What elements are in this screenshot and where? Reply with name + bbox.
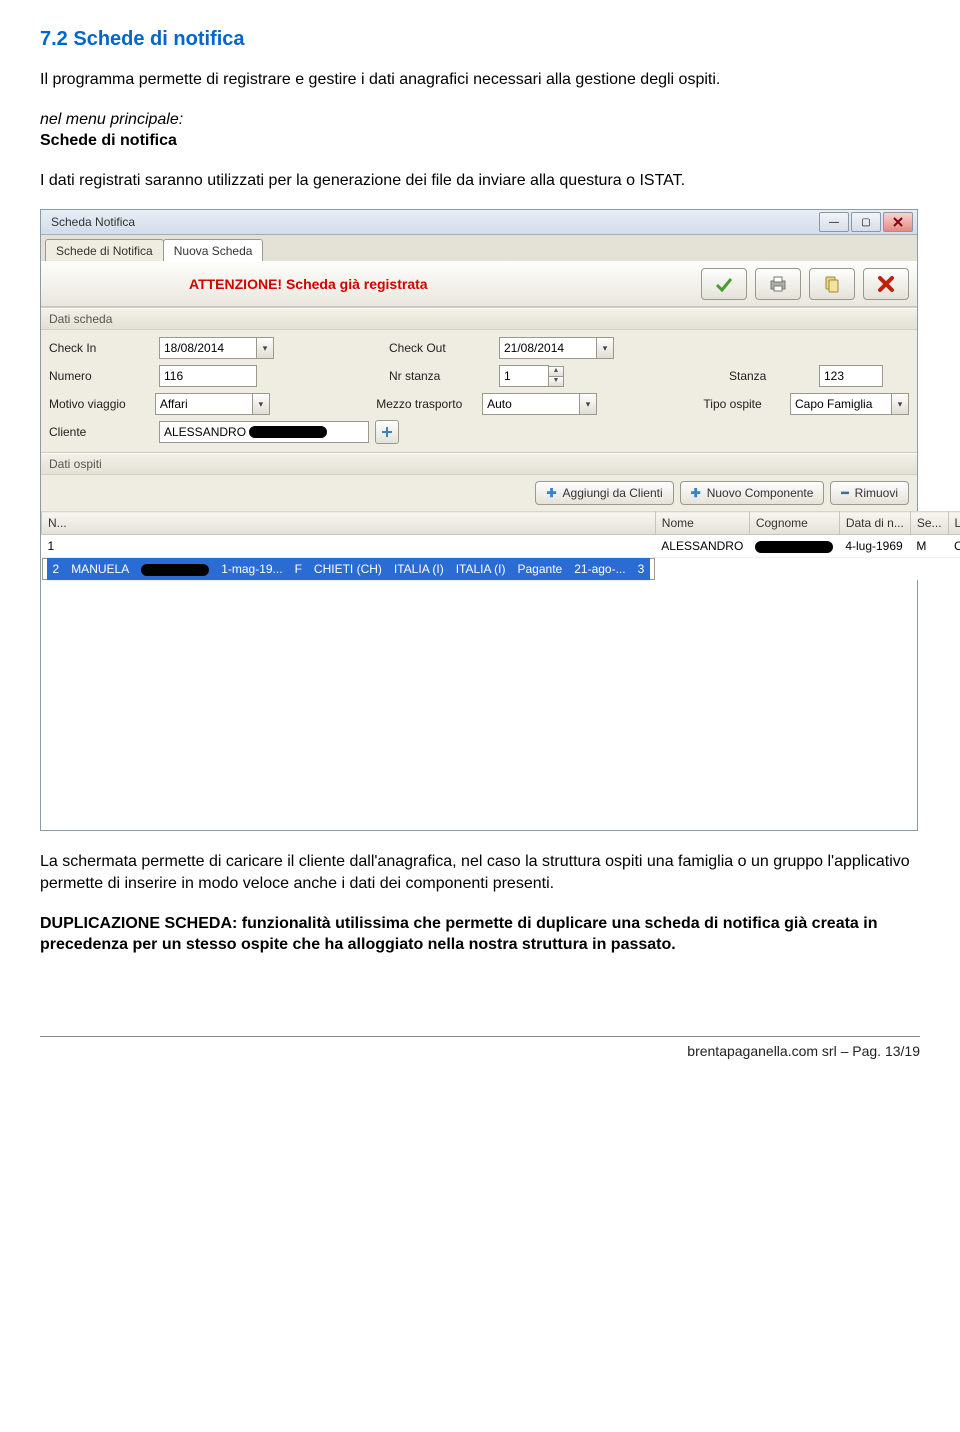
intro-text: Il programma permette di registrare e ge… <box>40 69 920 91</box>
tipo-label: Tipo ospite <box>703 397 790 411</box>
rimuovi-button[interactable]: ━Rimuovi <box>830 481 909 505</box>
tab-nuova-scheda[interactable]: Nuova Scheda <box>163 239 264 261</box>
table-row[interactable]: 1 ALESSANDRO 4-lug-1969 M CHIETI (CH) IT… <box>42 535 960 558</box>
alert-message: ATTENZIONE! Scheda già registrata <box>49 276 693 292</box>
minimize-button[interactable]: — <box>819 212 849 232</box>
plus-icon: ✚ <box>691 486 701 500</box>
close-button[interactable] <box>883 212 913 232</box>
col-luogo[interactable]: Luogo di... <box>948 512 960 535</box>
duplicate-button[interactable] <box>809 268 855 300</box>
mezzo-dropdown[interactable]: ▾ <box>580 393 597 415</box>
delete-button[interactable] <box>863 268 909 300</box>
confirm-button[interactable] <box>701 268 747 300</box>
dati-ospiti-header: Dati ospiti <box>41 453 917 475</box>
ospiti-table[interactable]: N... Nome Cognome Data di n... Se... Luo… <box>41 511 960 580</box>
cognome-redacted <box>141 564 209 576</box>
nuovo-componente-button[interactable]: ✚Nuovo Componente <box>680 481 825 505</box>
plus-icon <box>381 426 393 438</box>
checkin-dropdown[interactable]: ▾ <box>257 337 274 359</box>
footer-rule <box>40 1036 920 1037</box>
tab-schede-di-notifica[interactable]: Schede di Notifica <box>45 239 164 261</box>
cliente-redacted <box>249 426 327 438</box>
numero-input[interactable]: 116 <box>159 365 257 387</box>
section-title: 7.2 Schede di notifica <box>40 28 920 51</box>
col-cognome[interactable]: Cognome <box>749 512 839 535</box>
minus-icon: ━ <box>841 486 848 500</box>
maximize-button[interactable]: ▢ <box>851 212 881 232</box>
numero-label: Numero <box>49 369 159 383</box>
nrstanza-label: Nr stanza <box>389 369 499 383</box>
plus-icon: ✚ <box>546 486 556 500</box>
aggiungi-da-clienti-button[interactable]: ✚Aggiungi da Clienti <box>535 481 673 505</box>
tipo-select[interactable]: Capo Famiglia <box>790 393 892 415</box>
checkout-label: Check Out <box>389 341 499 355</box>
col-nome[interactable]: Nome <box>655 512 749 535</box>
cliente-input[interactable]: ALESSANDRO <box>159 421 369 443</box>
motivo-select[interactable]: Affari <box>155 393 253 415</box>
checkin-input[interactable]: 18/08/2014 <box>159 337 257 359</box>
nrstanza-input[interactable]: 1 <box>499 365 549 387</box>
printer-icon <box>768 274 788 294</box>
mezzo-label: Mezzo trasporto <box>376 397 482 411</box>
motivo-label: Motivo viaggio <box>49 397 155 411</box>
checkin-label: Check In <box>49 341 159 355</box>
stanza-input[interactable]: 123 <box>819 365 883 387</box>
window-title: Scheda Notifica <box>45 215 817 229</box>
stanza-label: Stanza <box>729 369 819 383</box>
nrstanza-spinner[interactable]: ▲▼ <box>549 366 564 387</box>
cognome-redacted <box>755 541 833 553</box>
mezzo-select[interactable]: Auto <box>482 393 580 415</box>
after-text-1: La schermata permette di caricare il cli… <box>40 851 920 894</box>
col-dob[interactable]: Data di n... <box>839 512 910 535</box>
close-icon <box>893 217 903 227</box>
motivo-dropdown[interactable]: ▾ <box>253 393 270 415</box>
col-n[interactable]: N... <box>42 512 656 535</box>
duplicate-icon <box>822 274 842 294</box>
table-empty-area <box>41 580 917 830</box>
cliente-add-button[interactable] <box>375 420 399 444</box>
duplicazione-text: DUPLICAZIONE SCHEDA: funzionalità utilis… <box>40 913 920 956</box>
menu-lead: nel menu principale: <box>40 111 183 128</box>
desc-text: I dati registrati saranno utilizzati per… <box>40 170 920 192</box>
cliente-label: Cliente <box>49 425 159 439</box>
tipo-dropdown[interactable]: ▾ <box>892 393 909 415</box>
check-icon <box>714 274 734 294</box>
scheda-notifica-window: Scheda Notifica — ▢ Schede di Notifica N… <box>40 209 918 831</box>
menu-item: Schede di notifica <box>40 132 177 149</box>
x-icon <box>876 274 896 294</box>
checkout-dropdown[interactable]: ▾ <box>597 337 614 359</box>
checkout-input[interactable]: 21/08/2014 <box>499 337 597 359</box>
page-footer: brentapaganella.com srl – Pag. 13/19 <box>0 1043 960 1079</box>
print-button[interactable] <box>755 268 801 300</box>
table-row[interactable]: 2 MANUELA 1-mag-19... F CHIETI (CH) ITAL… <box>42 558 656 580</box>
dati-scheda-header: Dati scheda <box>41 308 917 330</box>
col-sex[interactable]: Se... <box>910 512 948 535</box>
